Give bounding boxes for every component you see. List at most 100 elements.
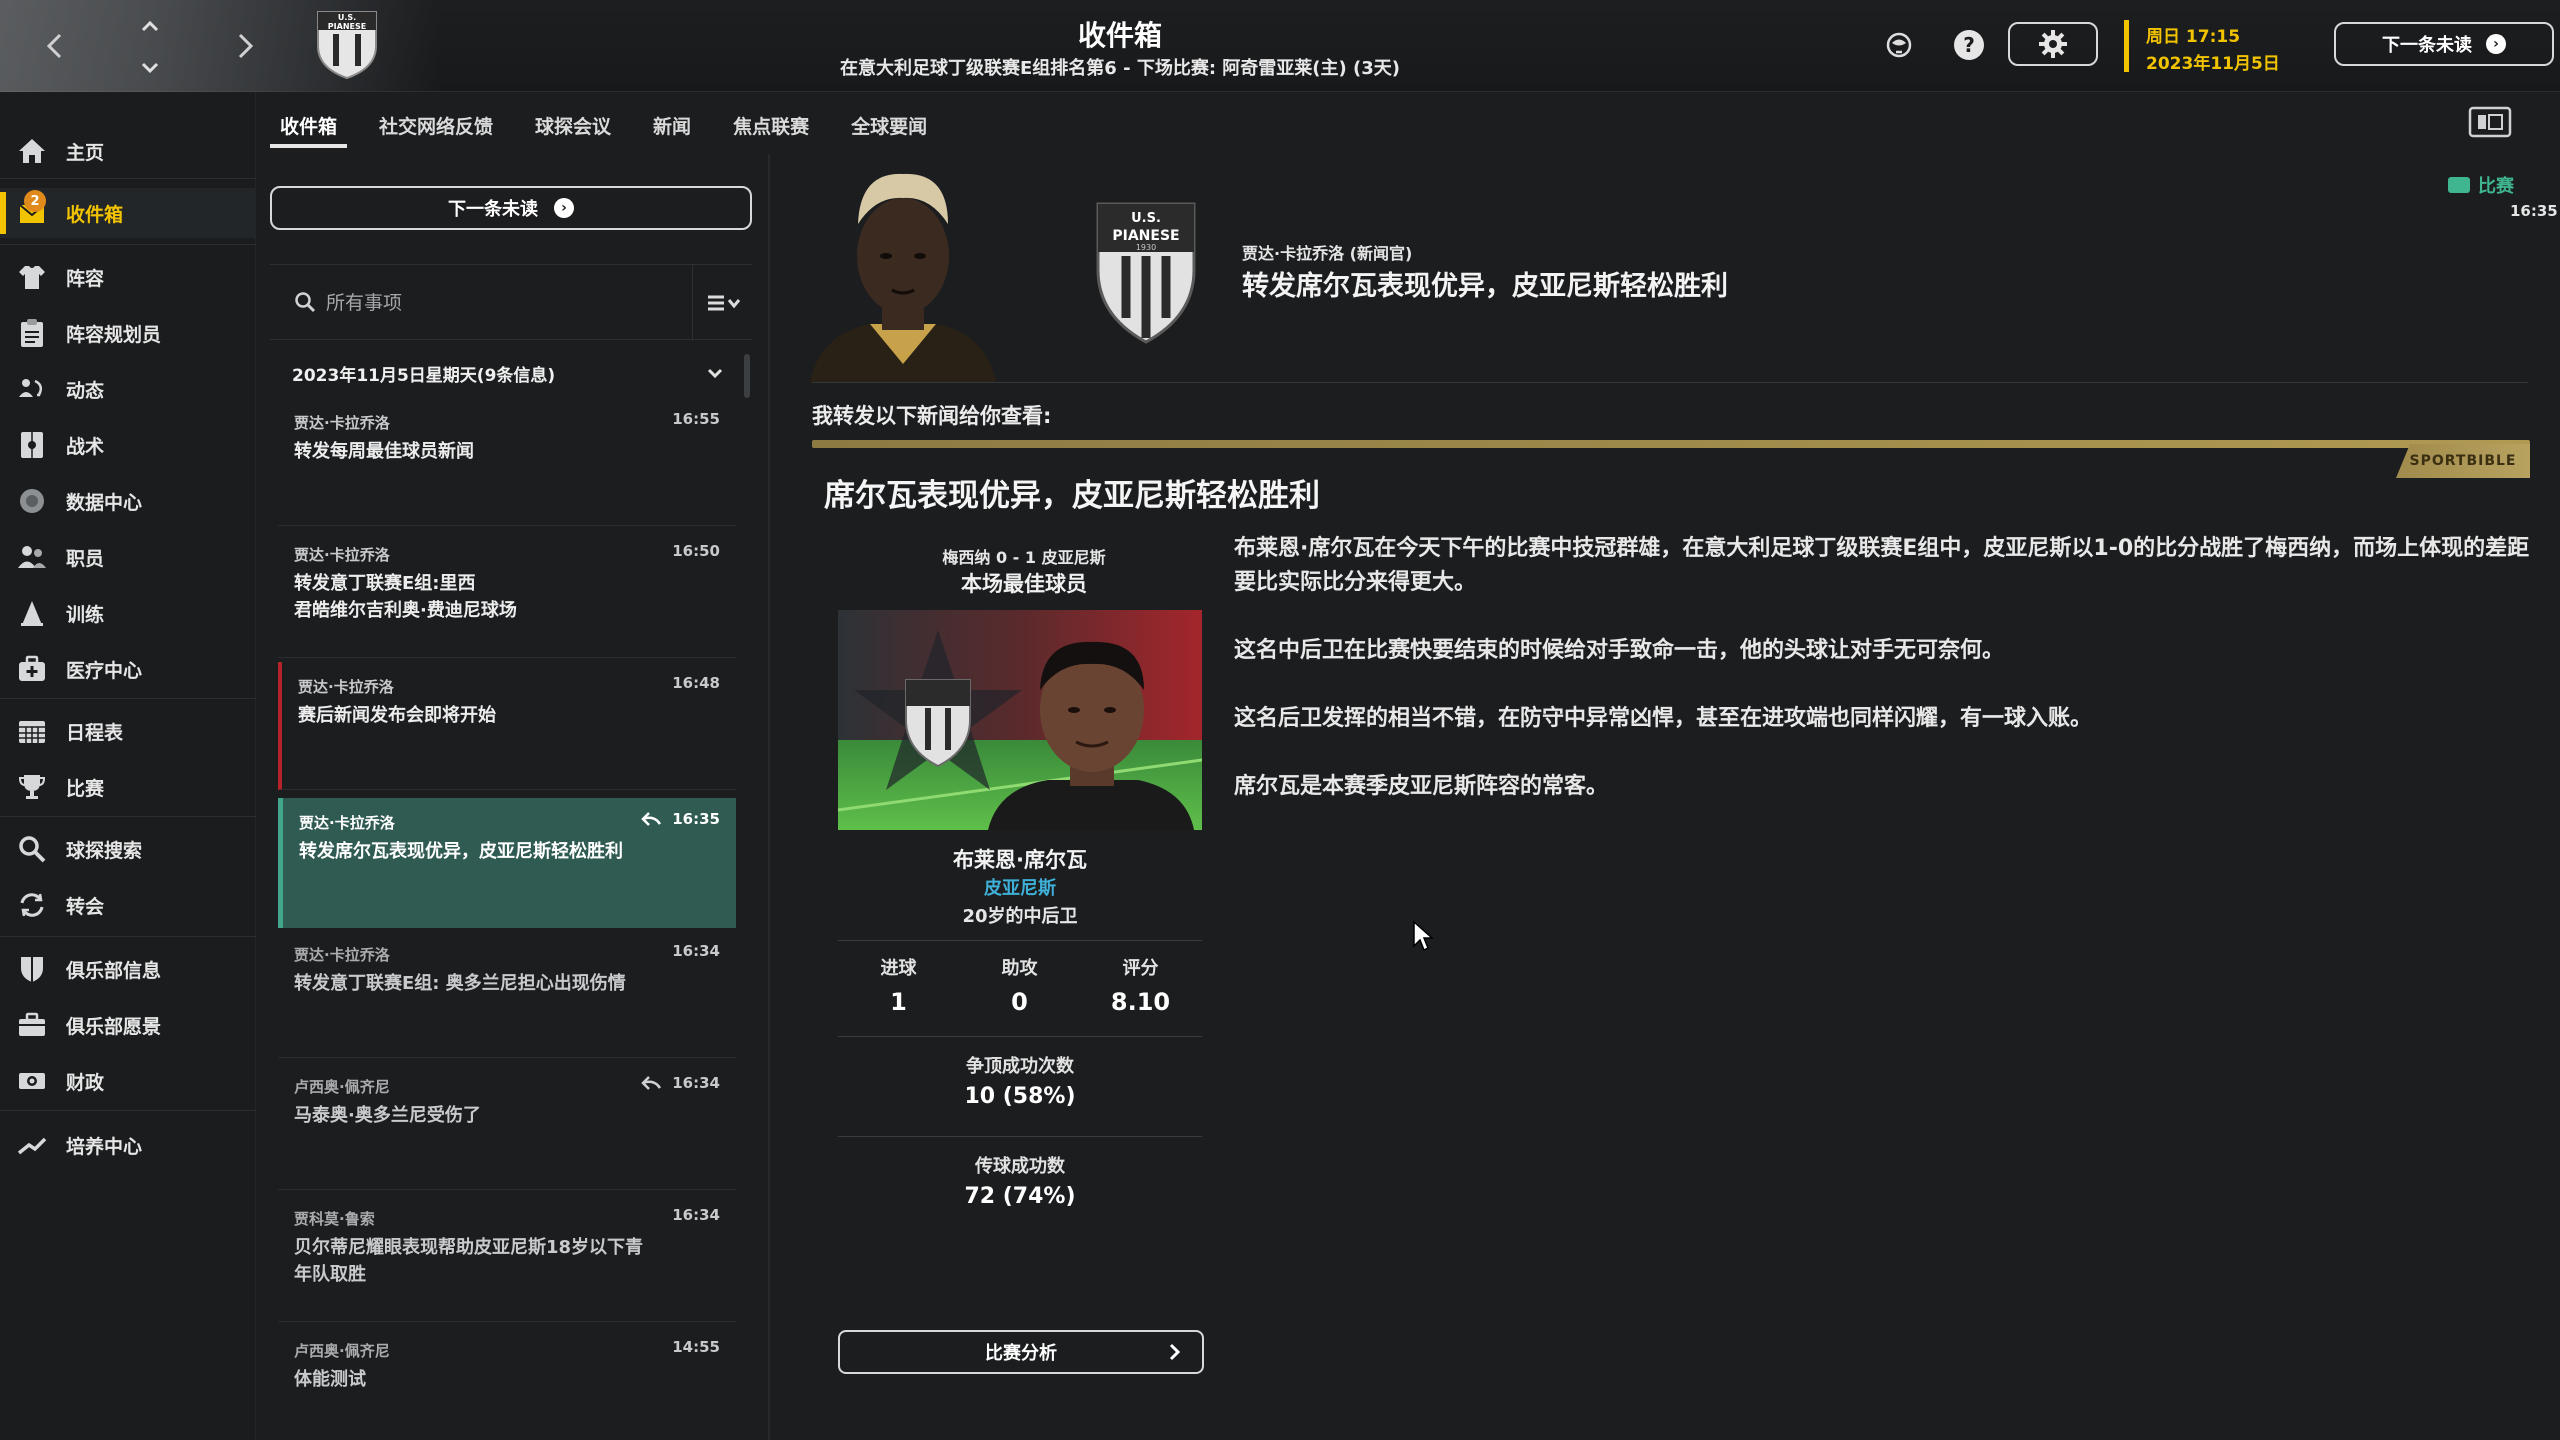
player-portrait[interactable]	[810, 164, 996, 382]
world-cup-icon[interactable]	[1876, 22, 1922, 68]
article-paragraph: 这名中后卫在比赛快要结束的时候给对手致命一击，他的头球让对手无可奈何。	[1234, 638, 2005, 663]
sidebar-divider	[0, 816, 256, 817]
message-item[interactable]: 贾达·卡拉乔洛 16:55 转发每周最佳球员新闻	[278, 398, 736, 526]
svg-text:U.S.: U.S.	[1131, 211, 1161, 226]
message-detail: U.S. PIANESE 1930 贾达·卡拉乔洛 (新闻官) 转发席尔瓦表现优…	[772, 154, 2560, 1440]
message-item[interactable]: 贾科莫·鲁索 16:34 贝尔蒂尼耀眼表现帮助皮亚尼斯18岁以下青 年队取胜	[278, 1194, 736, 1322]
tab-social-feed[interactable]: 社交网络反馈	[369, 100, 503, 150]
message-item[interactable]: 贾达·卡拉乔洛 16:48 赛后新闻发布会即将开始	[278, 662, 736, 790]
vision-icon	[16, 1009, 48, 1041]
dynamics-icon	[16, 373, 48, 405]
player-club-link[interactable]: 皮亚尼斯	[838, 874, 1202, 900]
message-time: 16:35	[2510, 202, 2558, 220]
search-input[interactable]	[326, 283, 626, 323]
article-body: 布莱恩·席尔瓦在今天下午的比赛中技冠群雄，在意大利足球丁级联赛E组中，皮亚尼斯以…	[1234, 532, 2534, 838]
search-icon	[294, 291, 318, 315]
chevron-down-icon	[704, 362, 726, 384]
message-list-panel: 下一条未读 › 2023年11月5日星期天(9条信息) 贾达·卡拉乔洛 16:5…	[262, 154, 762, 1440]
next-unread-button[interactable]: 下一条未读 ›	[270, 186, 752, 230]
training-icon	[16, 597, 48, 629]
top-bar: U.S. PIANESE 收件箱 在意大利足球丁级联赛E组排名第6 - 下场比赛…	[0, 0, 2560, 92]
message-item[interactable]: 卢西奥·佩齐尼 16:34 马泰奥·奥多兰尼受伤了	[278, 1062, 736, 1190]
divider	[838, 1136, 1202, 1137]
stat-goals: 进球 1	[880, 958, 917, 1016]
sidebar-item-finances[interactable]: 财政	[0, 1056, 256, 1106]
sidebar-item-development[interactable]: 培养中心	[0, 1120, 256, 1170]
tab-news[interactable]: 新闻	[643, 100, 701, 150]
award-label: 本场最佳球员	[961, 572, 1087, 596]
sidebar-item-home[interactable]: 主页	[0, 126, 256, 176]
tab-scout-meeting[interactable]: 球探会议	[525, 100, 621, 150]
club-crest[interactable]: U.S. PIANESE 1930	[1090, 198, 1202, 348]
tab-world-news[interactable]: 全球要闻	[841, 100, 937, 150]
sidebar-item-squad[interactable]: 阵容	[0, 252, 256, 302]
next-unread-label: 下一条未读	[448, 199, 538, 220]
scout-search-icon	[16, 833, 48, 865]
message-item[interactable]: 贾达·卡拉乔洛 16:34 转发意丁联赛E组: 奥多兰尼担心出现伤情	[278, 930, 736, 1058]
tab-focus-leagues[interactable]: 焦点联赛	[723, 100, 819, 150]
sidebar-item-transfers[interactable]: 转会	[0, 880, 256, 930]
top-next-unread-button[interactable]: 下一条未读 ›	[2334, 22, 2554, 66]
article-paragraph: 这名后卫发挥的相当不错，在防守中异常凶悍，甚至在进攻端也同样闪耀，有一球入账。	[1234, 706, 2093, 731]
panel-divider	[768, 154, 770, 1440]
reply-icon	[640, 810, 662, 828]
divider	[812, 382, 2528, 383]
filter-divider	[692, 265, 693, 341]
player-name[interactable]: 布莱恩·席尔瓦	[838, 844, 1202, 874]
sidebar-divider	[0, 698, 256, 699]
message-title: 转发席尔瓦表现优异，皮亚尼斯轻松胜利	[1242, 271, 1728, 302]
transfer-icon	[16, 889, 48, 921]
sidebar-divider	[0, 1110, 256, 1111]
top-next-unread-label: 下一条未读	[2382, 35, 2472, 56]
sidebar-item-squad-planner[interactable]: 阵容规划员	[0, 308, 256, 358]
list-scrollbar[interactable]	[744, 354, 750, 398]
current-day-time[interactable]: 周日 17:15	[2146, 22, 2240, 47]
sidebar-item-tactics[interactable]: 战术	[0, 420, 256, 470]
current-date[interactable]: 2023年11月5日	[2146, 49, 2280, 74]
match-score[interactable]: 梅西纳 0 - 1 皮亚尼斯	[838, 544, 1210, 568]
help-icon[interactable]: ?	[1946, 22, 1992, 68]
sidebar-item-training[interactable]: 训练	[0, 588, 256, 638]
message-item[interactable]: 卢西奥·佩齐尼 14:55 体能测试	[278, 1326, 736, 1440]
stat-rating: 评分 8.10	[1110, 958, 1171, 1016]
player-photo[interactable]	[838, 610, 1202, 830]
sidebar-item-dynamics[interactable]: 动态	[0, 364, 256, 414]
article-paragraph: 布莱恩·席尔瓦在今天下午的比赛中技冠群雄，在意大利足球丁级联赛E组中，皮亚尼斯以…	[1234, 536, 2530, 595]
message-item[interactable]: 贾达·卡拉乔洛 16:50 转发意丁联赛E组:里西 君皓维尔吉利奥·费迪尼球场	[278, 530, 736, 658]
home-icon	[16, 135, 48, 167]
tab-inbox[interactable]: 收件箱	[270, 100, 348, 150]
article-paragraph: 席尔瓦是本赛季皮亚尼斯阵容的常客。	[1234, 774, 1609, 799]
chevron-right-icon	[1166, 1342, 1184, 1362]
tag-icon	[2448, 177, 2470, 193]
divider	[838, 1036, 1202, 1037]
layout-toggle-icon[interactable]	[2468, 106, 2512, 138]
message-item-selected[interactable]: 贾达·卡拉乔洛 16:35 转发席尔瓦表现优异，皮亚尼斯轻松胜利	[278, 798, 736, 928]
player-of-match-card: 梅西纳 0 - 1 皮亚尼斯 本场最佳球员 布莱恩·席尔瓦 皮亚尼斯 20岁的中…	[838, 544, 1210, 1374]
divider	[838, 940, 1202, 941]
settings-button[interactable]	[2008, 22, 2098, 66]
sidebar-item-club-vision[interactable]: 俱乐部愿景	[0, 1000, 256, 1050]
article-header-bar	[812, 440, 2530, 448]
reply-icon	[640, 1074, 662, 1092]
sidebar-item-medical[interactable]: 医疗中心	[0, 644, 256, 694]
tactics-icon	[16, 429, 48, 461]
sidebar-item-staff[interactable]: 职员	[0, 532, 256, 582]
sidebar-item-schedule[interactable]: 日程表	[0, 706, 256, 756]
arrow-right-circle-icon: ›	[2486, 34, 2506, 54]
staff-icon	[16, 541, 48, 573]
message-sender[interactable]: 贾达·卡拉乔洛 (新闻官)	[1242, 240, 1412, 264]
article-headline: 席尔瓦表现优异，皮亚尼斯轻松胜利	[824, 478, 1320, 514]
news-source-tag: SPORTBIBLE	[2396, 444, 2530, 478]
filter-menu-icon[interactable]	[702, 287, 746, 319]
match-analysis-button[interactable]: 比赛分析	[838, 1330, 1204, 1374]
date-group-header[interactable]: 2023年11月5日星期天(9条信息)	[270, 350, 736, 396]
shield-icon	[16, 953, 48, 985]
sidebar-item-club-info[interactable]: 俱乐部信息	[0, 944, 256, 994]
sidebar-item-scouting[interactable]: 球探搜索	[0, 824, 256, 874]
sidebar-item-data-hub[interactable]: 数据中心	[0, 476, 256, 526]
calendar-icon	[16, 715, 48, 747]
forward-intro-text: 我转发以下新闻给你查看:	[812, 404, 1052, 428]
stat-passes-completed: 传球成功数 72 (74%)	[964, 1156, 1076, 1209]
sidebar-divider	[0, 178, 256, 179]
sidebar-item-competitions[interactable]: 比赛	[0, 762, 256, 812]
